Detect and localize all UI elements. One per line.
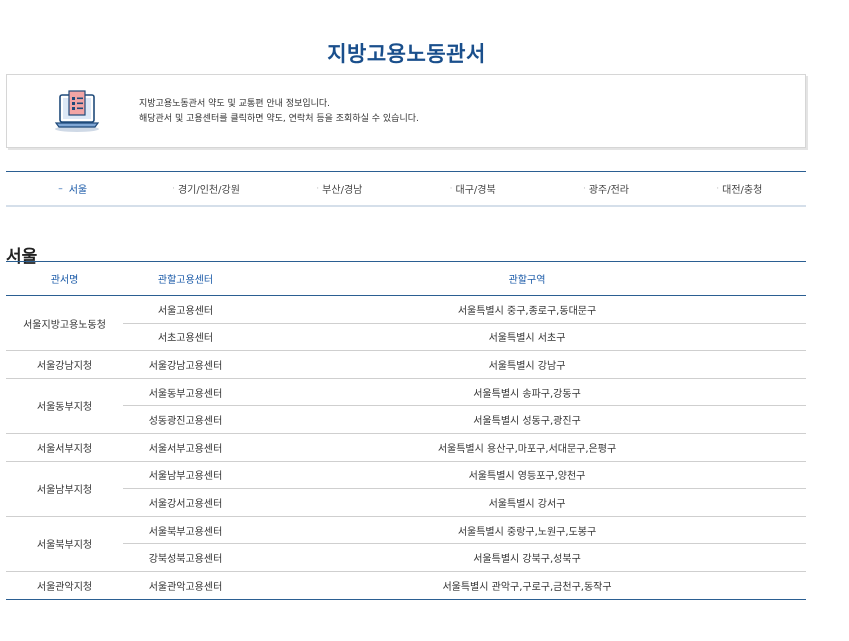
office-link[interactable]: 서울강남지청 — [6, 350, 123, 379]
office-table: 관서명 관할고용센터 관할구역 서울지방고용노동청 서울고용센터 서울특별시 중… — [6, 261, 806, 600]
dot-bullet-icon: · — [316, 183, 320, 194]
table-row: 서울동부지청 서울동부고용센터 서울특별시 송파구,강동구 — [6, 378, 806, 434]
table-row: 강북성북고용센터 서울특별시 강북구,성북구 — [6, 543, 806, 572]
center-link[interactable]: 서울동부고용센터 — [123, 378, 248, 407]
intro-line-2: 해당관서 및 고용센터를 클릭하면 약도, 연락처 등을 조회하실 수 있습니다… — [139, 114, 419, 124]
center-link[interactable]: 서울강남고용센터 — [123, 350, 248, 379]
table-row: 서울강서고용센터 서울특별시 강서구 — [6, 488, 806, 517]
intro-text: 지방고용노동관서 약도 및 교통편 안내 정보입니다. 해당관서 및 고용센터를… — [139, 97, 419, 127]
table-row: 서울관악지청 서울관악고용센터 서울특별시 관악구,구로구,금천구,동작구 — [6, 571, 806, 600]
area-cell: 서울특별시 송파구,강동구 — [248, 378, 806, 407]
dash-bullet-icon: – — [58, 183, 63, 194]
intro-box: 지방고용노동관서 약도 및 교통편 안내 정보입니다. 해당관서 및 고용센터를… — [6, 74, 806, 148]
area-cell: 서울특별시 서초구 — [248, 323, 806, 352]
center-link[interactable]: 서울강서고용센터 — [123, 488, 248, 517]
center-link[interactable]: 서울서부고용센터 — [123, 433, 248, 462]
tab-gyeonggi-incheon-gangwon[interactable]: · 경기/인천/강원 — [139, 172, 272, 205]
header-office: 관서명 — [6, 261, 123, 296]
office-link[interactable]: 서울서부지청 — [6, 433, 123, 462]
area-cell: 서울특별시 중구,종로구,동대문구 — [248, 295, 806, 324]
office-link[interactable]: 서울동부지청 — [6, 378, 123, 434]
header-center: 관할고용센터 — [123, 261, 248, 296]
area-cell: 서울특별시 영등포구,양천구 — [248, 461, 806, 490]
center-link[interactable]: 서울북부고용센터 — [123, 516, 248, 545]
laptop-document-icon — [54, 90, 100, 132]
table-row: 서울남부지청 서울남부고용센터 서울특별시 영등포구,양천구 — [6, 461, 806, 517]
table-row: 서울지방고용노동청 서울고용센터 서울특별시 중구,종로구,동대문구 — [6, 295, 806, 352]
area-cell: 서울특별시 관악구,구로구,금천구,동작구 — [248, 571, 806, 600]
office-link[interactable]: 서울관악지청 — [6, 571, 123, 600]
area-cell: 서울특별시 강남구 — [248, 350, 806, 379]
center-link[interactable]: 서울고용센터 — [123, 295, 248, 324]
tab-gwangju-jeolla[interactable]: · 광주/전라 — [539, 172, 672, 205]
area-cell: 서울특별시 용산구,마포구,서대문구,은평구 — [248, 433, 806, 462]
table-row: 서울북부지청 서울북부고용센터 서울특별시 중랑구,노원구,도봉구 — [6, 516, 806, 572]
dot-bullet-icon: · — [716, 183, 720, 194]
page-title: 지방고용노동관서 — [327, 42, 486, 67]
center-link[interactable]: 서울관악고용센터 — [123, 571, 248, 600]
table-row: 성동광진고용센터 서울특별시 성동구,광진구 — [6, 405, 806, 434]
dot-bullet-icon: · — [582, 183, 586, 194]
tab-daejeon-chungcheong[interactable]: · 대전/충청 — [673, 172, 806, 205]
office-link[interactable]: 서울남부지청 — [6, 461, 123, 517]
office-link[interactable]: 서울지방고용노동청 — [6, 295, 123, 352]
area-cell: 서울특별시 강서구 — [248, 488, 806, 517]
intro-line-1: 지방고용노동관서 약도 및 교통편 안내 정보입니다. — [139, 99, 331, 109]
table-row: 서울서부지청 서울서부고용센터 서울특별시 용산구,마포구,서대문구,은평구 — [6, 433, 806, 462]
table-header-row: 관서명 관할고용센터 관할구역 — [6, 261, 806, 296]
header-area: 관할구역 — [248, 261, 806, 296]
dot-bullet-icon: · — [449, 183, 453, 194]
area-cell: 서울특별시 성동구,광진구 — [248, 405, 806, 434]
tab-busan-gyeongnam[interactable]: · 부산/경남 — [273, 172, 406, 205]
table-row: 서초고용센터 서울특별시 서초구 — [6, 323, 806, 352]
center-link[interactable]: 강북성북고용센터 — [123, 543, 248, 572]
region-tabs: – 서울 · 경기/인천/강원 · 부산/경남 · 대구/경북 · 광주/전라 · 대전/충… — [6, 171, 806, 207]
table-row: 서울강남지청 서울강남고용센터 서울특별시 강남구 — [6, 350, 806, 379]
center-link[interactable]: 서울남부고용센터 — [123, 461, 248, 490]
area-cell: 서울특별시 중랑구,노원구,도봉구 — [248, 516, 806, 545]
tab-daegu-gyeongbuk[interactable]: · 대구/경북 — [406, 172, 539, 205]
tab-seoul[interactable]: – 서울 — [6, 172, 139, 205]
center-link[interactable]: 성동광진고용센터 — [123, 405, 248, 434]
center-link[interactable]: 서초고용센터 — [123, 323, 248, 352]
area-cell: 서울특별시 강북구,성북구 — [248, 543, 806, 572]
office-link[interactable]: 서울북부지청 — [6, 516, 123, 572]
dot-bullet-icon: · — [172, 183, 175, 194]
